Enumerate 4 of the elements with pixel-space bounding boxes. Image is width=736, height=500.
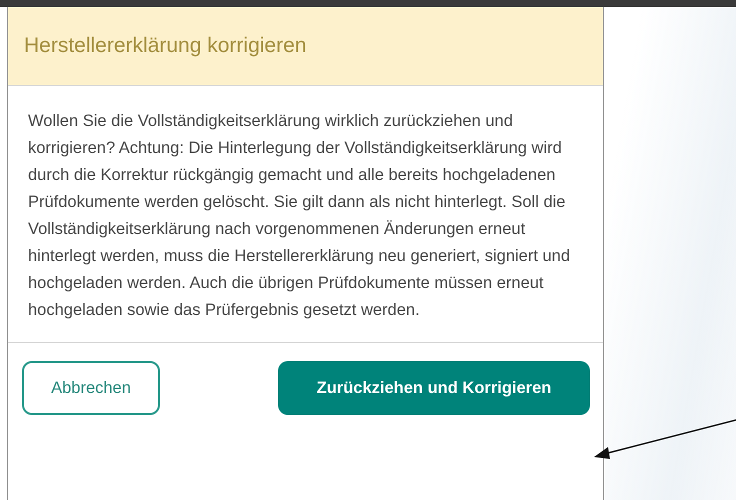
withdraw-correct-button[interactable]: Zurückziehen und Korrigieren (278, 361, 590, 415)
dialog-title: Herstellererklärung korrigieren (24, 34, 306, 58)
dialog-message: Wollen Sie die Vollständigkeitserklärung wirklich zurückziehen und korrigieren? Achtung: Die Hinterlegung der Vollständigkeitserklärung wird durch die Korrektur rückgängig gemacht und alle bereits hochgeladenen Prüfdokumente werden gelöscht. Sie gilt dann als nicht hinterlegt. Soll die Vollständigkeitserklärung nach vorgenommenen Änderungen erneut hinterlegt werden, muss die Herstellererklärung neu generiert, signiert und hochgeladen werden. Auch die übrigen Prüfdokumente müssen erneut hochgeladen sowie das Prüfergebnis gesetzt werden. (28, 111, 572, 321)
cancel-button[interactable]: Abbrechen (22, 361, 160, 415)
